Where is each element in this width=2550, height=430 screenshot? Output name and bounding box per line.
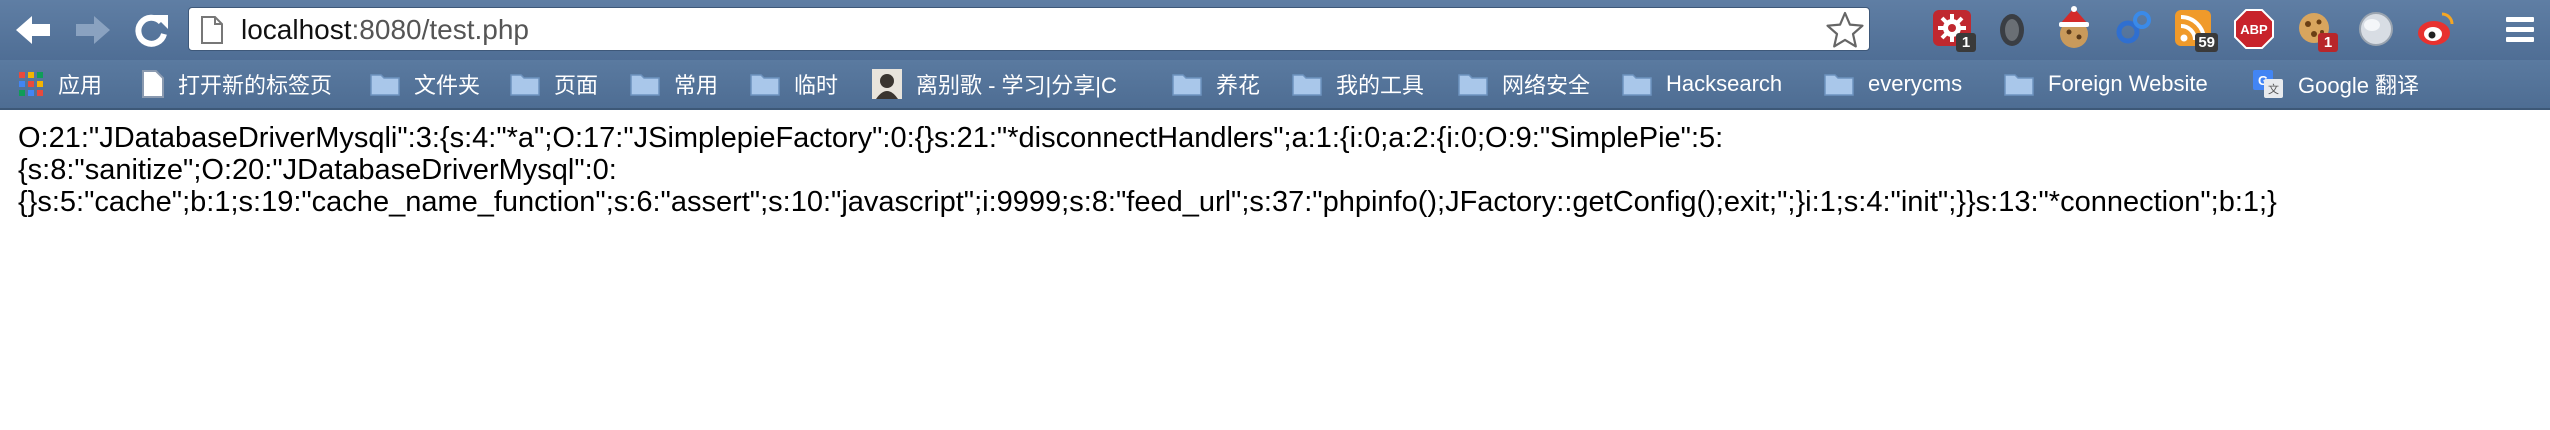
page-icon [142, 70, 164, 98]
extension-badge: 1 [1956, 33, 1976, 52]
google-translate-icon: G 文 [2253, 70, 2283, 98]
bookmark-folder[interactable]: 常用 [630, 60, 718, 108]
bookmark-apps[interactable]: 应用 [18, 60, 102, 108]
bookmark-label: 离别歌 - 学习|分享|C [916, 73, 1117, 98]
extension-rss-button[interactable]: 59 [2172, 6, 2218, 52]
bookmark-label: 临时 [794, 73, 839, 98]
santa-cookie-icon [2059, 6, 2089, 48]
url-text[interactable]: localhost:8080/test.php [241, 8, 529, 52]
bookmark-folder[interactable]: 页面 [510, 60, 598, 108]
address-bar[interactable]: localhost:8080/test.php [188, 7, 1870, 51]
bookmark-folder[interactable]: 临时 [750, 60, 838, 108]
extension-gears-button[interactable] [2112, 6, 2156, 52]
folder-icon [510, 74, 540, 96]
folder-icon [630, 74, 660, 96]
bookmark-folder[interactable]: everycms [1824, 60, 1962, 108]
serialized-output: O:21:"JDatabaseDriverMysqli":3:{s:4:"*a"… [18, 122, 2550, 218]
bookmark-label: 应用 [58, 73, 103, 98]
forward-button[interactable] [70, 8, 116, 52]
bookmark-label: Google 翻译 [2298, 73, 2420, 98]
apps-grid-icon [19, 72, 43, 96]
page-viewport: O:21:"JDatabaseDriverMysqli":3:{s:4:"*a"… [0, 110, 2550, 430]
avatar-icon [872, 69, 902, 99]
blue-gears-icon [2116, 11, 2151, 44]
bookmark-label: Foreign Website [2048, 71, 2208, 96]
bookmark-google-translate[interactable]: G 文 Google 翻译 [2252, 60, 2419, 108]
bookmark-label: 文件夹 [414, 73, 481, 98]
forward-arrow-icon [76, 16, 110, 44]
output-line: {}s:5:"cache";b:1;s:19:"cache_name_funct… [18, 186, 2277, 218]
bookmark-label: 页面 [554, 73, 599, 98]
back-button[interactable] [10, 8, 56, 52]
bookmark-label: 常用 [674, 73, 719, 98]
extension-badge: 59 [2195, 33, 2218, 52]
bookmark-label: everycms [1868, 71, 1963, 96]
bookmark-label: 打开新的标签页 [178, 73, 333, 98]
adblock-plus-icon: ABP [2234, 9, 2274, 49]
extension-weibo-button[interactable] [2414, 6, 2458, 52]
bookmark-folder[interactable]: Foreign Website [2004, 60, 2208, 108]
dark-face-icon [2000, 14, 2024, 46]
output-line: {s:8:"sanitize";O:20:"JDatabaseDriverMys… [18, 154, 617, 186]
bookmark-star-icon[interactable] [1825, 10, 1865, 50]
weibo-icon [2418, 12, 2454, 45]
folder-icon [1458, 74, 1488, 96]
url-host: localhost [241, 14, 352, 45]
browser-toolbar: localhost:8080/test.php 1 59 ABP 1 [0, 0, 2550, 60]
reload-icon [135, 14, 168, 47]
extension-adblock-button[interactable]: ABP [2232, 6, 2276, 52]
back-arrow-icon [16, 16, 50, 44]
globe-icon [2359, 12, 2393, 46]
extension-badge: 1 [2318, 33, 2338, 52]
bookmark-folder[interactable]: 养花 [1172, 60, 1260, 108]
adblock-label: ABP [2240, 22, 2268, 37]
bookmark-label: 养花 [1216, 73, 1261, 98]
folder-icon [1292, 74, 1322, 96]
svg-text:文: 文 [2268, 82, 2279, 96]
extension-santa-button[interactable] [2052, 6, 2096, 52]
extension-cookie-button[interactable]: 1 [2292, 6, 2338, 52]
folder-icon [370, 74, 400, 96]
url-path: :8080/test.php [351, 14, 529, 45]
bookmark-new-tab[interactable]: 打开新的标签页 [142, 60, 332, 108]
bookmark-folder[interactable]: Hacksearch [1622, 60, 1782, 108]
hamburger-menu-icon [2506, 17, 2534, 42]
folder-icon [1824, 74, 1854, 96]
bookmark-folder[interactable]: 网络安全 [1458, 60, 1590, 108]
folder-icon [750, 74, 780, 96]
extension-gear-button[interactable]: 1 [1930, 6, 1976, 52]
page-icon [201, 16, 223, 44]
extension-globe-button[interactable] [2354, 6, 2398, 52]
reload-button[interactable] [128, 8, 174, 52]
folder-icon [1622, 74, 1652, 96]
bookmarks-bar: 应用 打开新的标签页 文件夹 页面 常用 临时 离别歌 - 学习|分享|C 养花… [0, 60, 2550, 110]
bookmark-folder[interactable]: 我的工具 [1292, 60, 1424, 108]
bookmark-blog[interactable]: 离别歌 - 学习|分享|C [872, 60, 1142, 108]
folder-icon [2004, 74, 2034, 96]
bookmark-label: Hacksearch [1666, 71, 1783, 96]
folder-icon [1172, 74, 1202, 96]
bookmark-folder[interactable]: 文件夹 [370, 60, 480, 108]
chrome-menu-button[interactable] [2498, 6, 2542, 52]
bookmark-label: 网络安全 [1502, 73, 1591, 98]
output-line: O:21:"JDatabaseDriverMysqli":3:{s:4:"*a"… [18, 122, 1724, 154]
bookmark-label: 我的工具 [1336, 73, 1425, 98]
extension-face-button[interactable] [1990, 6, 2034, 52]
